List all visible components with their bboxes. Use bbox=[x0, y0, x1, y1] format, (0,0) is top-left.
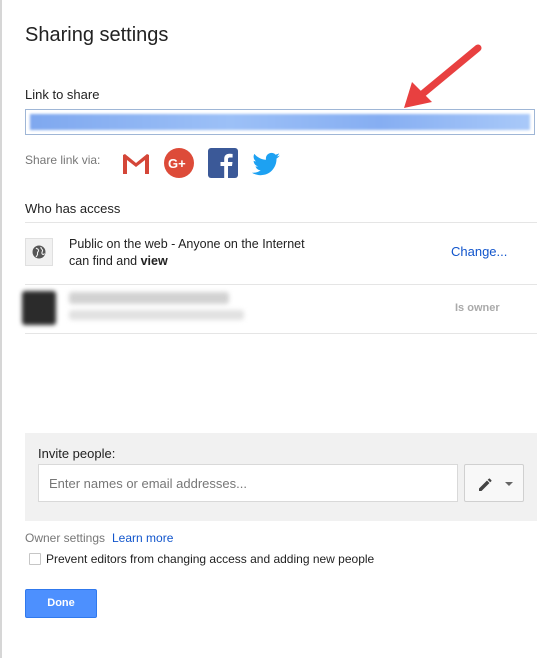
public-access-line2-prefix: can find and bbox=[69, 254, 141, 268]
share-via-row: Share link via: G+ bbox=[25, 147, 325, 179]
selected-link-text bbox=[30, 114, 530, 130]
gmail-icon[interactable] bbox=[120, 147, 152, 179]
owner-name-redacted bbox=[69, 292, 229, 304]
globe-icon bbox=[32, 245, 46, 259]
facebook-icon[interactable] bbox=[207, 147, 239, 179]
window-edge bbox=[0, 0, 2, 658]
pencil-icon bbox=[479, 478, 492, 491]
avatar bbox=[22, 291, 56, 325]
divider bbox=[25, 222, 537, 223]
svg-text:G+: G+ bbox=[168, 156, 186, 171]
permission-dropdown-button[interactable] bbox=[464, 464, 524, 502]
owner-settings-label: Owner settings bbox=[25, 531, 106, 545]
public-access-description: Public on the web - Anyone on the Intern… bbox=[69, 236, 339, 270]
invite-people-label: Invite people: bbox=[38, 446, 116, 461]
public-access-line1: Public on the web - Anyone on the Intern… bbox=[69, 237, 305, 251]
change-access-link[interactable]: Change... bbox=[451, 244, 507, 259]
google-plus-icon[interactable]: G+ bbox=[163, 147, 195, 179]
who-has-access-label: Who has access bbox=[25, 201, 121, 216]
public-access-icon-box bbox=[25, 238, 53, 266]
learn-more-link[interactable]: Learn more bbox=[112, 531, 173, 545]
public-access-permission: view bbox=[140, 254, 168, 268]
link-label: Link to share bbox=[25, 87, 100, 102]
sharing-dialog: Sharing settings Link to share Share lin… bbox=[0, 0, 559, 658]
divider bbox=[25, 284, 537, 285]
chevron-down-icon bbox=[505, 482, 513, 486]
annotation-arrow bbox=[404, 44, 482, 108]
prevent-editors-label: Prevent editors from changing access and… bbox=[46, 552, 375, 566]
owner-email-redacted bbox=[69, 310, 244, 320]
twitter-icon[interactable] bbox=[250, 147, 282, 179]
owner-role-label: Is owner bbox=[455, 302, 500, 314]
divider bbox=[25, 333, 537, 334]
prevent-editors-checkbox[interactable] bbox=[29, 553, 41, 565]
done-button[interactable]: Done bbox=[25, 589, 97, 618]
invite-people-panel: Invite people: bbox=[25, 433, 537, 521]
dialog-title: Sharing settings bbox=[25, 24, 169, 46]
share-via-label: Share link via: bbox=[25, 153, 101, 167]
invite-email-input[interactable] bbox=[38, 464, 458, 502]
